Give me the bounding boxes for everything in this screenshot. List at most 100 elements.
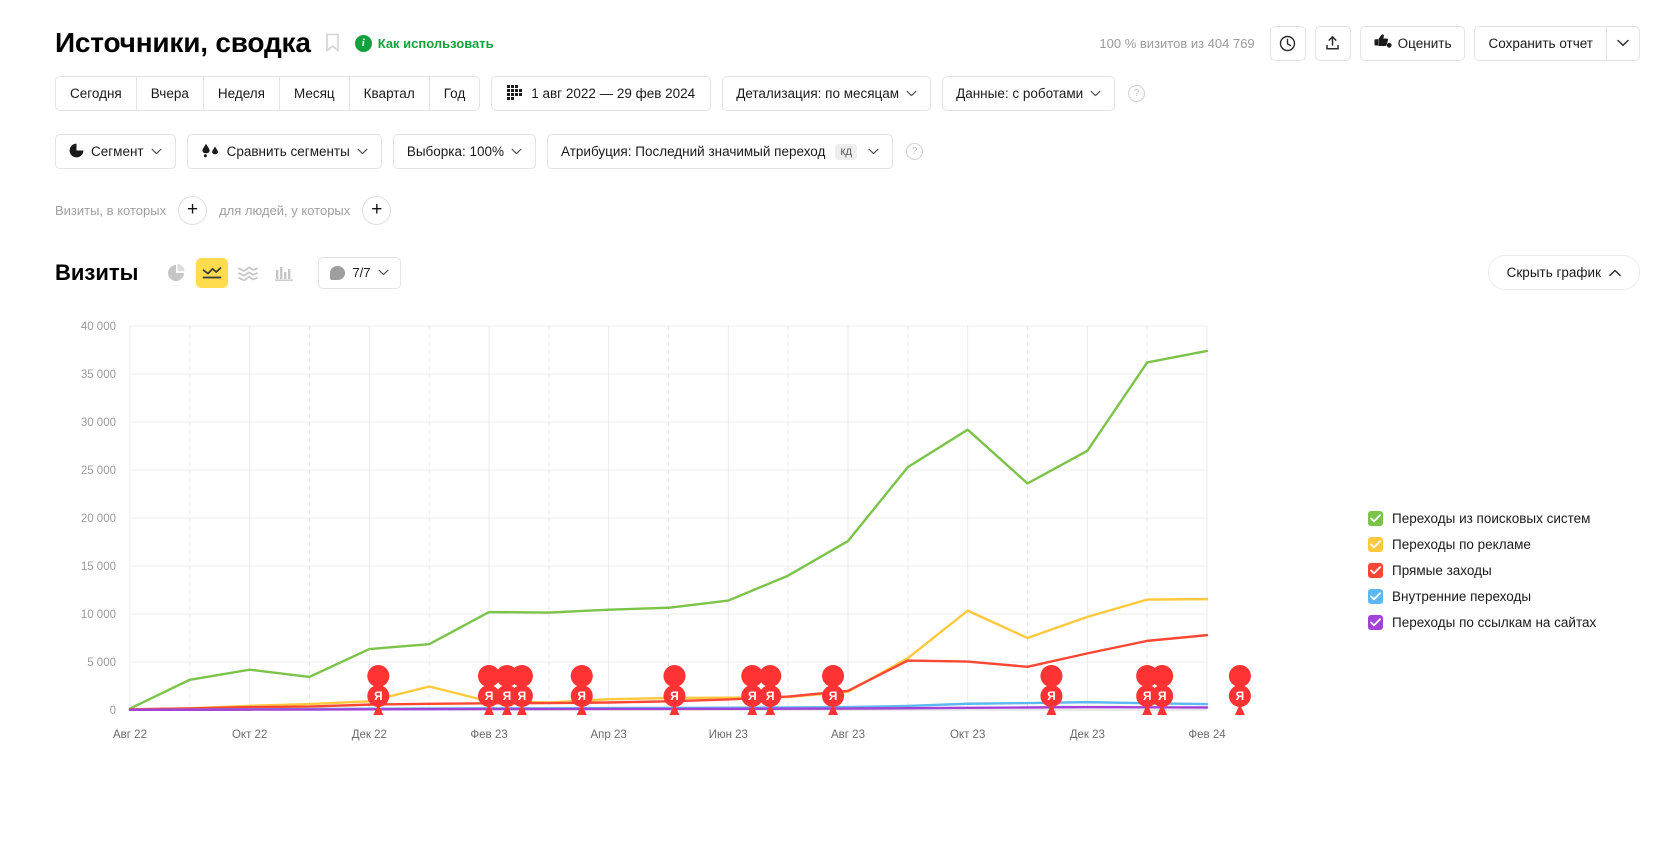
chevron-down-icon	[357, 148, 368, 155]
header-actions: 100 % визитов из 404 769 Оценить Сохрани…	[1099, 25, 1640, 61]
svg-text:Я: Я	[766, 689, 775, 703]
legend-item-search[interactable]: Переходы из поисковых систем	[1368, 505, 1658, 531]
svg-text:Я: Я	[374, 689, 383, 703]
svg-text:Я: Я	[485, 689, 494, 703]
visits-chart[interactable]: 0 5 000 10 000 15 000 20 000 25 000 30 000 35 0…	[55, 318, 1385, 788]
attribution-badge: кд	[835, 143, 858, 160]
save-report-caret-button[interactable]	[1606, 25, 1640, 61]
y-axis-tick: 25 000	[81, 465, 116, 477]
hide-chart-label: Скрыть график	[1506, 265, 1601, 280]
add-visit-condition-button[interactable]: +	[178, 196, 208, 225]
legend-item-referral[interactable]: Переходы по ссылкам на сайтах	[1368, 609, 1658, 635]
x-axis-tick: Окт 23	[950, 729, 985, 741]
legend-item-direct[interactable]: Прямые заходы	[1368, 557, 1658, 583]
checkbox-icon[interactable]	[1368, 562, 1383, 578]
period-year[interactable]: Год	[428, 76, 481, 111]
clock-icon-button[interactable]	[1269, 25, 1306, 61]
period-month[interactable]: Месяц	[278, 76, 350, 111]
x-axis-tick: Фев 23	[470, 729, 507, 741]
legend-item-internal[interactable]: Внутренние переходы	[1368, 583, 1658, 609]
report-page: Источники, сводка i Как использовать 100…	[0, 0, 1680, 853]
bar-chart-icon[interactable]	[268, 258, 300, 288]
y-axis-tick: 20 000	[81, 513, 116, 525]
legend-item-ads[interactable]: Переходы по рекламе	[1368, 531, 1658, 557]
checkbox-icon[interactable]	[1368, 510, 1383, 526]
y-axis-tick: 0	[110, 705, 116, 717]
help-icon[interactable]: ?	[906, 143, 924, 160]
segment-dropdown[interactable]: Сегмент	[55, 134, 176, 169]
svg-text:Я: Я	[518, 689, 527, 703]
checkbox-icon[interactable]	[1368, 536, 1383, 552]
date-range-button[interactable]: 1 авг 2022 — 29 фев 2024	[491, 76, 712, 111]
svg-text:Я: Я	[503, 689, 512, 703]
chevron-down-icon	[378, 269, 389, 276]
compare-segments-dropdown[interactable]: Сравнить сегменты	[186, 134, 382, 169]
y-axis-tick: 10 000	[81, 609, 116, 621]
info-icon: i	[354, 34, 372, 52]
sample-dropdown[interactable]: Выборка: 100%	[392, 134, 537, 169]
legend-label: Переходы по рекламе	[1392, 536, 1531, 552]
segment-label: Сегмент	[91, 144, 144, 159]
svg-text:Я: Я	[1158, 689, 1167, 703]
export-icon-button[interactable]	[1314, 25, 1351, 61]
svg-text:Я: Я	[670, 689, 679, 703]
x-axis-tick: Фев 24	[1188, 729, 1226, 741]
x-axis-tick: Апр 23	[591, 729, 627, 741]
legend-label: Переходы по ссылкам на сайтах	[1392, 614, 1597, 630]
period-toolbar: Сегодня Вчера Неделя Месяц Квартал Год 1…	[55, 76, 1146, 111]
page-header: Источники, сводка i Как использовать 100…	[55, 22, 1640, 64]
x-axis-tick: Окт 22	[232, 729, 267, 741]
help-icon[interactable]: ?	[1128, 85, 1146, 102]
chevron-down-icon	[151, 148, 162, 155]
x-axis-tick: Дек 22	[352, 729, 387, 741]
chart-legend: Переходы из поисковых систем Переходы по…	[1368, 505, 1658, 635]
checkbox-icon[interactable]	[1368, 614, 1383, 630]
chart-svg[interactable]: 0 5 000 10 000 15 000 20 000 25 000 30 000 35 0…	[55, 318, 1385, 788]
svg-text:Я: Я	[748, 689, 757, 703]
hide-chart-button[interactable]: Скрыть график	[1487, 255, 1640, 290]
chevron-down-icon	[511, 148, 522, 155]
y-axis-tick: 35 000	[81, 369, 116, 381]
attribution-dropdown[interactable]: Атрибуция: Последний значимый переход кд	[547, 134, 894, 169]
metric-title: Визиты	[55, 259, 139, 285]
chevron-up-icon	[1609, 269, 1621, 276]
chevron-down-icon	[868, 148, 879, 155]
line-chart-icon[interactable]	[196, 257, 229, 288]
rate-button[interactable]: Оценить	[1359, 25, 1466, 61]
period-quarter[interactable]: Квартал	[348, 76, 430, 111]
legend-label: Переходы из поисковых систем	[1392, 510, 1591, 526]
save-report-button[interactable]: Сохранить отчет	[1474, 25, 1606, 61]
compare-icon	[201, 143, 220, 161]
chart-toolbar: Визиты 7/7 Скрыть график	[55, 255, 1640, 290]
add-people-condition-button[interactable]: +	[362, 196, 392, 225]
how-to-use-link[interactable]: i Как использовать	[354, 34, 494, 52]
bookmark-icon[interactable]	[325, 33, 341, 53]
yandex-marker-icon[interactable]: Я	[1228, 665, 1251, 715]
attribution-label: Атрибуция: Последний значимый переход	[561, 144, 826, 159]
data-dropdown[interactable]: Данные: с роботами	[942, 76, 1116, 111]
segment-toolbar: Сегмент Сравнить сегменты Выборка: 100% …	[55, 134, 924, 169]
svg-text:Я: Я	[1236, 689, 1245, 703]
area-chart-icon[interactable]	[232, 258, 264, 288]
y-axis-tick: 15 000	[81, 561, 116, 573]
pie-chart-icon[interactable]	[160, 258, 192, 288]
legend-label: Внутренние переходы	[1392, 588, 1532, 604]
period-yesterday[interactable]: Вчера	[135, 76, 204, 111]
comment-icon	[330, 265, 346, 280]
calendar-icon	[507, 84, 523, 103]
checkbox-icon[interactable]	[1368, 588, 1383, 604]
annotations-dropdown[interactable]: 7/7	[318, 256, 401, 289]
compare-label: Сравнить сегменты	[226, 144, 350, 159]
svg-text:Я: Я	[829, 689, 838, 703]
page-title: Источники, сводка	[55, 27, 311, 58]
legend-label: Прямые заходы	[1392, 562, 1492, 578]
period-today[interactable]: Сегодня	[55, 76, 137, 111]
people-filter-label: для людей, у которых	[219, 203, 351, 218]
period-week[interactable]: Неделя	[202, 76, 280, 111]
sample-label: Выборка: 100%	[406, 144, 505, 159]
detail-dropdown[interactable]: Детализация: по месяцам	[722, 76, 932, 111]
chevron-down-icon	[906, 90, 917, 97]
rate-label: Оценить	[1397, 35, 1452, 51]
x-axis-tick: Авг 23	[831, 729, 865, 741]
x-axis-tick: Авг 22	[113, 729, 147, 741]
